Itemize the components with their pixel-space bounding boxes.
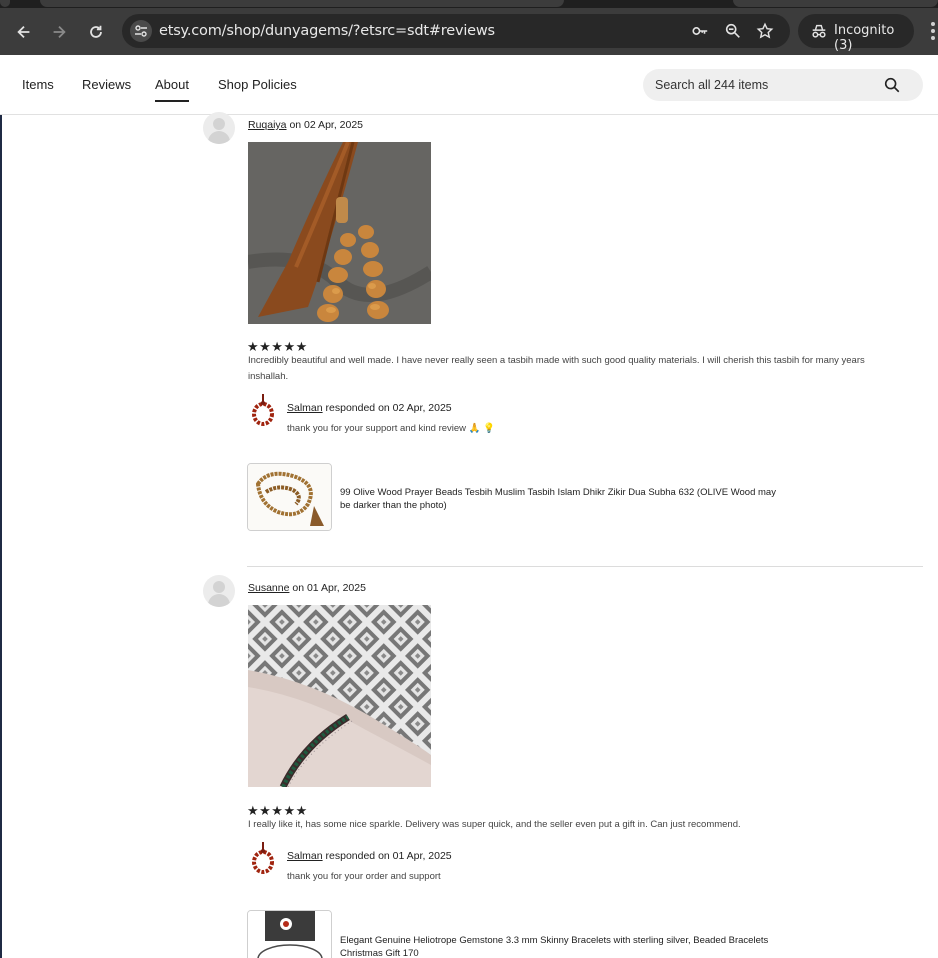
avatar[interactable] bbox=[203, 575, 235, 607]
response-text: thank you for your support and kind revi… bbox=[287, 423, 495, 434]
review-card: Susanne on 01 Apr, 2025 ★★★★★ I really l… bbox=[203, 575, 923, 958]
review-date: on 02 Apr, 2025 bbox=[286, 119, 364, 131]
seller-name-link[interactable]: Salman bbox=[287, 850, 323, 862]
response-date: responded on 01 Apr, 2025 bbox=[322, 850, 452, 862]
incognito-label: Incognito (3) bbox=[834, 23, 895, 53]
review-divider bbox=[247, 566, 923, 567]
back-arrow-icon bbox=[17, 25, 30, 39]
forward-button[interactable] bbox=[46, 19, 72, 45]
avatar[interactable] bbox=[203, 112, 235, 144]
item-thumbnail[interactable] bbox=[247, 463, 332, 531]
page-left-edge bbox=[0, 115, 2, 958]
prayer-beads-photo bbox=[248, 142, 431, 324]
tab-items[interactable]: Items bbox=[22, 77, 54, 100]
shop-logo-icon bbox=[252, 394, 274, 426]
bracelet-photo bbox=[248, 605, 431, 787]
item-title-link[interactable]: 99 Olive Wood Prayer Beads Tesbih Muslim… bbox=[340, 486, 780, 512]
review-text: Incredibly beautiful and well made. I ha… bbox=[248, 355, 865, 382]
seller-name-link[interactable]: Salman bbox=[287, 402, 323, 414]
active-tab[interactable] bbox=[40, 0, 564, 7]
shop-search-box bbox=[643, 69, 923, 101]
zoom-icon[interactable] bbox=[724, 22, 742, 40]
other-tab[interactable] bbox=[733, 0, 938, 7]
item-title-link[interactable]: Elegant Genuine Heliotrope Gemstone 3.3 … bbox=[340, 934, 780, 958]
search-icon[interactable] bbox=[883, 76, 901, 94]
site-settings-icon[interactable] bbox=[130, 20, 152, 42]
review-photo[interactable] bbox=[248, 142, 431, 324]
url-text[interactable]: etsy.com/shop/dunyagems/?etsrc=sdt#revie… bbox=[159, 23, 495, 39]
incognito-icon bbox=[812, 24, 826, 38]
incognito-indicator[interactable]: Incognito (3) bbox=[798, 14, 914, 53]
search-input[interactable] bbox=[655, 76, 875, 94]
review-meta: Ruqaiya on 02 Apr, 2025 bbox=[248, 119, 363, 131]
address-bar[interactable]: etsy.com/shop/dunyagems/?etsrc=sdt#revie… bbox=[122, 14, 790, 48]
review-photo[interactable] bbox=[248, 605, 431, 787]
forward-arrow-icon bbox=[53, 25, 66, 39]
back-button[interactable] bbox=[11, 19, 37, 45]
reviewer-name-link[interactable]: Susanne bbox=[248, 582, 289, 594]
review-meta: Susanne on 01 Apr, 2025 bbox=[248, 582, 366, 594]
tab-strip bbox=[0, 0, 938, 8]
shop-logo-icon bbox=[252, 842, 274, 874]
bracelet-thumbnail bbox=[248, 911, 331, 958]
response-text: thank you for your order and support bbox=[287, 871, 441, 882]
more-icon[interactable] bbox=[928, 22, 938, 44]
review-date: on 01 Apr, 2025 bbox=[289, 582, 366, 594]
shop-section-nav: Items Reviews About Shop Policies bbox=[0, 55, 938, 115]
tab-reviews[interactable]: Reviews bbox=[82, 77, 131, 100]
reviewer-name-link[interactable]: Ruqaiya bbox=[248, 119, 287, 131]
reload-button[interactable] bbox=[83, 19, 109, 45]
browser-toolbar: etsy.com/shop/dunyagems/?etsrc=sdt#revie… bbox=[0, 8, 938, 55]
response-meta: Salman responded on 01 Apr, 2025 bbox=[287, 850, 452, 862]
key-icon[interactable] bbox=[691, 22, 709, 40]
tab-shop-policies[interactable]: Shop Policies bbox=[218, 77, 297, 100]
item-thumbnail[interactable] bbox=[247, 910, 332, 958]
response-date: responded on 02 Apr, 2025 bbox=[322, 402, 452, 414]
tab-about[interactable]: About bbox=[155, 77, 189, 102]
olive-beads-thumbnail bbox=[248, 464, 331, 530]
tab-edge-left[interactable] bbox=[0, 0, 10, 7]
star-icon[interactable] bbox=[756, 22, 774, 40]
review-text: I really like it, has some nice sparkle.… bbox=[248, 819, 741, 830]
review-card: Ruqaiya on 02 Apr, 2025 ★★★★★ Incredibly… bbox=[203, 112, 923, 542]
response-meta: Salman responded on 02 Apr, 2025 bbox=[287, 402, 452, 414]
reload-icon bbox=[90, 25, 102, 38]
